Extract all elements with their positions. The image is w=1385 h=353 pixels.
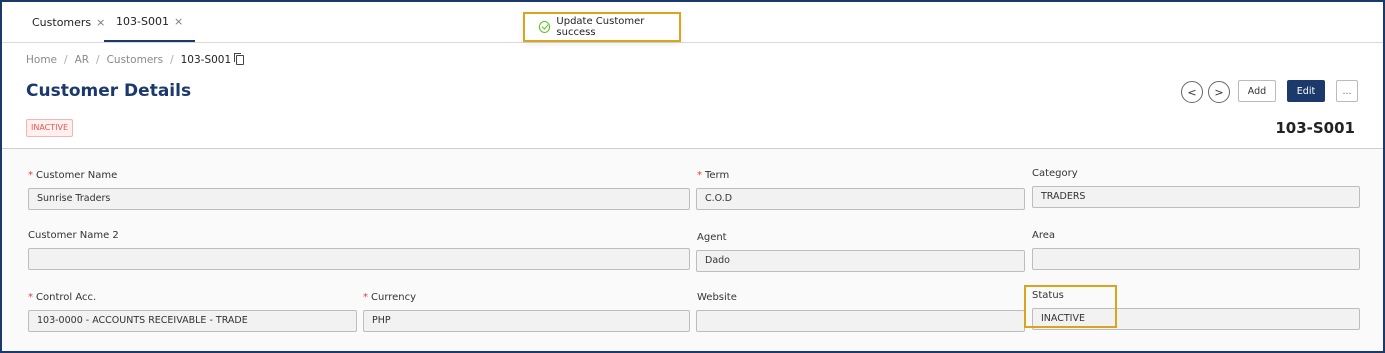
website-label: Website (697, 292, 737, 303)
ellipsis-icon: ... (1342, 85, 1352, 97)
agent-label: Agent (697, 232, 727, 243)
breadcrumb: Home / AR / Customers / 103-S001 (26, 53, 245, 66)
label-text: Status (1032, 290, 1064, 301)
agent-field[interactable]: Dado (696, 250, 1025, 272)
check-circle-icon (539, 21, 551, 33)
breadcrumb-home[interactable]: Home (26, 54, 57, 66)
label-text: Website (697, 292, 737, 303)
breadcrumb-ar[interactable]: AR (75, 54, 89, 66)
tab-bar: Customers × 103-S001 × (2, 2, 1383, 43)
breadcrumb-separator: / (170, 54, 174, 66)
chevron-right-icon: > (1214, 85, 1224, 99)
add-button[interactable]: Add (1238, 80, 1276, 102)
app-frame: Customers × 103-S001 × Update Customer s… (0, 0, 1385, 353)
status-badge: INACTIVE (26, 119, 74, 137)
term-label: * Term (697, 170, 729, 181)
page-title: Customer Details (26, 81, 192, 101)
previous-button[interactable]: < (1181, 81, 1203, 103)
status-field[interactable]: INACTIVE (1032, 308, 1360, 330)
customer-name-field[interactable]: Sunrise Traders (28, 188, 690, 210)
edit-button[interactable]: Edit (1287, 80, 1325, 102)
success-toast: Update Customer success (523, 12, 681, 42)
currency-label: * Currency (363, 292, 416, 303)
label-text: Customer Name (36, 170, 118, 181)
tab-label: Customers (32, 15, 92, 29)
breadcrumb-separator: / (64, 54, 68, 66)
chevron-left-icon: < (1187, 85, 1197, 99)
category-label: Category (1032, 168, 1078, 179)
website-field[interactable] (696, 310, 1025, 332)
more-options-button[interactable]: ... (1336, 80, 1358, 102)
required-mark: * (28, 292, 33, 303)
toast-message: Update Customer success (556, 16, 645, 38)
customer-name-2-field[interactable] (28, 248, 690, 270)
label-text: Customer Name 2 (28, 230, 119, 241)
breadcrumb-customers[interactable]: Customers (107, 54, 163, 66)
label-text: Term (705, 170, 730, 181)
next-button[interactable]: > (1208, 81, 1230, 103)
breadcrumb-separator: / (96, 54, 100, 66)
customer-name-2-label: Customer Name 2 (28, 230, 119, 241)
area-field[interactable] (1032, 248, 1360, 270)
control-acc-field[interactable]: 103-0000 - ACCOUNTS RECEIVABLE - TRADE (28, 310, 357, 332)
label-text: Agent (697, 232, 727, 243)
term-field[interactable]: C.O.D (696, 188, 1025, 210)
copy-icon[interactable] (234, 53, 245, 65)
area-label: Area (1032, 230, 1055, 241)
label-text: Category (1032, 168, 1078, 179)
label-text: Control Acc. (36, 292, 97, 303)
breadcrumb-current: 103-S001 (180, 54, 232, 66)
required-mark: * (697, 170, 702, 181)
currency-field[interactable]: PHP (363, 310, 690, 332)
category-field[interactable]: TRADERS (1032, 186, 1360, 208)
customer-name-label: * Customer Name (28, 170, 117, 181)
label-text: Currency (371, 292, 417, 303)
required-mark: * (363, 292, 368, 303)
close-icon[interactable]: × (174, 15, 183, 28)
control-acc-label: * Control Acc. (28, 292, 96, 303)
status-label: Status (1032, 290, 1064, 301)
label-text: Area (1032, 230, 1056, 241)
tab-customers[interactable]: Customers × (32, 2, 105, 42)
tab-label: 103-S001 (116, 14, 169, 28)
required-mark: * (28, 170, 33, 181)
document-number: 103-S001 (1275, 119, 1355, 137)
tab-103-s001[interactable]: 103-S001 × (104, 2, 196, 42)
